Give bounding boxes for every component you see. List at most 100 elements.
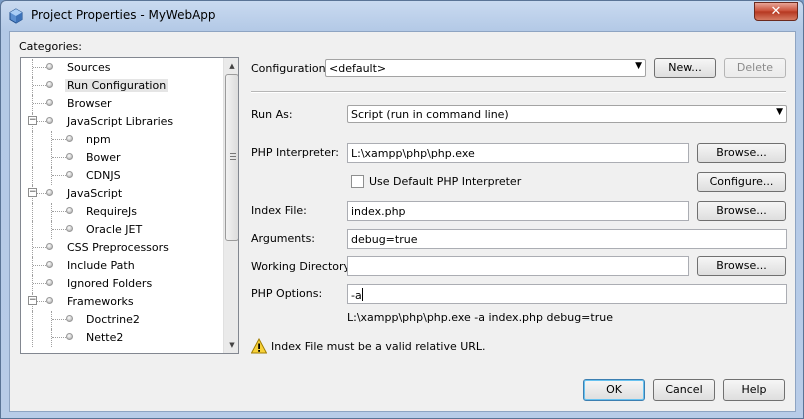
tree-item-browser[interactable]: Browser <box>21 95 226 113</box>
tree-item-bower[interactable]: Bower <box>21 149 226 167</box>
warning-message: Index File must be a valid relative URL. <box>271 340 486 353</box>
tree-connector <box>32 95 33 113</box>
categories-label: Categories: <box>19 40 82 53</box>
tree-connector <box>51 221 52 239</box>
working-directory-field[interactable] <box>347 256 689 276</box>
tree-vertical-scrollbar[interactable]: ▲ ▼ <box>223 58 238 353</box>
php-interpreter-label: PHP Interpreter: <box>251 146 339 159</box>
index-file-label: Index File: <box>251 204 307 217</box>
tree-item-javascript[interactable]: − JavaScript <box>21 185 226 203</box>
tree-connector <box>51 311 52 329</box>
php-options-label: PHP Options: <box>251 287 323 300</box>
tree-item-frameworks[interactable]: − Frameworks <box>21 293 226 311</box>
scroll-up-arrow-icon[interactable]: ▲ <box>224 58 238 74</box>
tree-item-npm[interactable]: npm <box>21 131 226 149</box>
tree-connector <box>32 131 33 149</box>
scrollbar-thumb[interactable] <box>225 74 238 241</box>
category-node-icon <box>66 225 73 232</box>
new-configuration-button[interactable]: New... <box>654 58 716 78</box>
help-button[interactable]: Help <box>723 379 785 401</box>
php-interpreter-field[interactable]: L:\xampp\php\php.exe <box>347 143 689 163</box>
php-options-field[interactable]: -a <box>347 284 787 304</box>
tree-connector <box>32 77 33 95</box>
category-node-icon <box>46 297 53 304</box>
scroll-down-arrow-icon[interactable]: ▼ <box>224 337 238 353</box>
category-node-icon <box>46 81 53 88</box>
configure-button[interactable]: Configure... <box>697 172 786 192</box>
browse-working-directory-button[interactable]: Browse... <box>697 256 786 276</box>
run-as-combo[interactable]: Script (run in command line) ▼ <box>347 105 787 123</box>
arguments-field[interactable]: debug=true <box>347 229 787 249</box>
category-label: Oracle JET <box>86 223 143 236</box>
collapse-toggle-icon[interactable]: − <box>28 116 37 125</box>
browse-interpreter-button[interactable]: Browse... <box>697 143 786 163</box>
tree-connector <box>32 221 33 239</box>
use-default-interpreter-checkbox[interactable] <box>351 175 364 188</box>
arguments-label: Arguments: <box>251 232 316 245</box>
tree-connector <box>32 329 33 347</box>
tree-connector <box>52 229 66 230</box>
use-default-interpreter-label: Use Default PHP Interpreter <box>369 175 522 188</box>
dialog-content: Categories: Sources Run Configuration Brow… <box>9 31 796 412</box>
tree-item-oracle-jet[interactable]: Oracle JET <box>21 221 226 239</box>
tree-item-doctrine2[interactable]: Doctrine2 <box>21 311 226 329</box>
tree-connector <box>32 203 33 221</box>
tree-connector <box>32 257 33 275</box>
category-node-icon <box>46 117 53 124</box>
tree-connector <box>51 131 52 149</box>
tree-item-include-path[interactable]: Include Path <box>21 257 226 275</box>
tree-item-ignored-folders[interactable]: Ignored Folders <box>21 275 226 293</box>
delete-configuration-button[interactable]: Delete <box>724 58 786 78</box>
tree-item-sources[interactable]: Sources <box>21 59 226 77</box>
title-bar[interactable]: Project Properties - MyWebApp ✕ <box>1 1 803 31</box>
tree-connector <box>33 85 46 86</box>
category-label: Ignored Folders <box>67 277 153 290</box>
dialog-window: Project Properties - MyWebApp ✕ Categori… <box>0 0 804 419</box>
tree-connector <box>32 311 33 329</box>
collapse-toggle-icon[interactable]: − <box>28 188 37 197</box>
collapse-toggle-icon[interactable]: − <box>28 296 37 305</box>
netbeans-cube-icon <box>9 8 23 24</box>
php-interpreter-value: L:\xampp\php\php.exe <box>351 147 475 160</box>
chevron-down-icon: ▼ <box>776 107 783 117</box>
tree-connector <box>52 211 66 212</box>
category-node-icon <box>46 189 53 196</box>
tree-item-javascript-libraries[interactable]: − JavaScript Libraries <box>21 113 226 131</box>
grip-line <box>230 159 236 160</box>
category-node-icon <box>46 279 53 286</box>
configuration-combo[interactable]: <default> ▼ <box>325 59 646 77</box>
category-node-icon <box>46 243 53 250</box>
category-node-icon <box>66 171 73 178</box>
category-label: Browser <box>67 97 112 110</box>
category-node-icon <box>66 135 73 142</box>
category-node-icon <box>46 63 53 70</box>
category-label: CSS Preprocessors <box>67 241 169 254</box>
command-preview: L:\xampp\php\php.exe -a index.php debug=… <box>347 311 613 324</box>
close-icon: ✕ <box>770 4 782 19</box>
tree-item-cdnjs[interactable]: CDNJS <box>21 167 226 185</box>
tree-item-css-preprocessors[interactable]: CSS Preprocessors <box>21 239 226 257</box>
categories-tree[interactable]: Sources Run Configuration Browser − JavaScri… <box>20 57 239 354</box>
category-label: Include Path <box>67 259 135 272</box>
tree-item-requirejs[interactable]: RequireJs <box>21 203 226 221</box>
category-label: CDNJS <box>86 169 121 182</box>
tree-connector <box>33 283 46 284</box>
php-options-value: -a <box>351 289 362 302</box>
tree-connector <box>51 203 52 221</box>
category-label: Run Configuration <box>65 79 169 92</box>
category-node-icon <box>66 333 73 340</box>
category-label: RequireJs <box>86 205 137 218</box>
separator <box>251 91 786 93</box>
configuration-label: Configuration: <box>251 62 330 75</box>
tree-item-run-configuration[interactable]: Run Configuration <box>21 77 226 95</box>
tree-connector <box>32 239 33 257</box>
cancel-button[interactable]: Cancel <box>653 379 715 401</box>
index-file-field[interactable]: index.php <box>347 201 689 221</box>
category-label: Nette2 <box>86 331 124 344</box>
close-window-button[interactable]: ✕ <box>754 2 798 21</box>
category-label: JavaScript <box>67 187 123 200</box>
tree-item-nette2[interactable]: Nette2 <box>21 329 226 347</box>
ok-button[interactable]: OK <box>583 379 645 401</box>
browse-index-file-button[interactable]: Browse... <box>697 201 786 221</box>
tree-connector <box>32 59 33 77</box>
